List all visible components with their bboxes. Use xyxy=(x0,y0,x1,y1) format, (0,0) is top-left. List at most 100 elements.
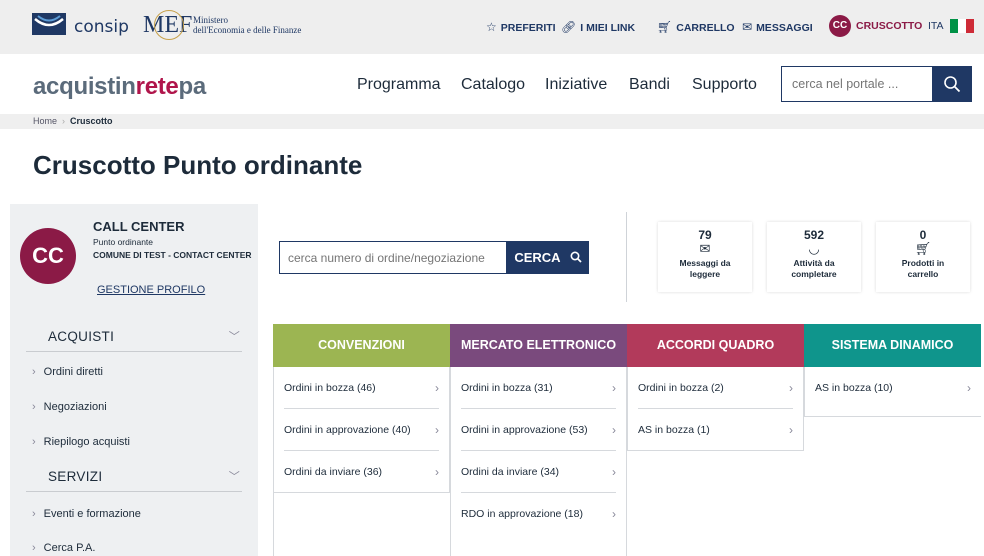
mef-line-1: Ministero xyxy=(193,15,228,25)
counter-value: 0 xyxy=(919,228,927,242)
list-item[interactable]: AS in bozza (1) › xyxy=(638,409,793,451)
envelope-icon: ✉ xyxy=(742,20,753,34)
portal-search-button[interactable] xyxy=(932,66,972,102)
italian-flag-icon[interactable] xyxy=(950,19,974,33)
profile-role: Punto ordinante xyxy=(93,237,154,247)
chevron-right-icon: › xyxy=(789,381,793,395)
consip-logo-icon[interactable] xyxy=(32,13,66,35)
list-item[interactable]: Ordini in bozza (46) › xyxy=(284,367,439,409)
chevron-right-icon: › xyxy=(435,465,439,479)
chevron-right-icon: › xyxy=(32,542,36,554)
brand-part-3: pa xyxy=(178,73,206,100)
cart-icon: 🛒︎ xyxy=(657,20,673,34)
chevron-right-icon: › xyxy=(612,381,616,395)
list-item-label: Ordini da inviare (36) xyxy=(284,466,383,478)
order-search-button-label: CERCA xyxy=(514,250,561,265)
sidebar-item-label: Eventi e formazione xyxy=(43,508,141,520)
sidebar-section-servizi[interactable]: SERVIZI ﹀ xyxy=(26,462,242,492)
mef-subtitle: Ministero dell'Economia e delle Finanze xyxy=(193,15,301,35)
list-item-label: Ordini in approvazione (53) xyxy=(461,424,588,436)
sidebar-section-label: SERVIZI xyxy=(48,469,103,484)
messaggi-label: MESSAGGI xyxy=(756,22,813,34)
acquistinretepa-logo[interactable]: acquistinretepa xyxy=(33,73,206,101)
list-item-label: AS in bozza (1) xyxy=(638,424,710,436)
chevron-right-icon: › xyxy=(612,507,616,521)
list-item[interactable]: AS in bozza (10) › xyxy=(815,367,971,409)
column-body: Ordini in bozza (31) › Ordini in approvaz… xyxy=(450,367,627,556)
list-item-label: RDO in approvazione (18) xyxy=(461,508,583,520)
profile-organization: COMUNE DI TEST - CONTACT CENTER xyxy=(93,250,252,260)
refresh-icon: ◡ xyxy=(808,241,820,256)
star-icon: ☆ xyxy=(486,20,497,34)
counter-label: Attività da completare xyxy=(791,258,837,279)
breadcrumb-home[interactable]: Home xyxy=(33,116,57,126)
nav-supporto[interactable]: Supporto xyxy=(692,76,757,94)
manage-profile-link[interactable]: GESTIONE PROFILO xyxy=(97,284,205,296)
sidebar-item-negoziazioni[interactable]: › Negoziazioni xyxy=(32,401,107,413)
list-item-label: Ordini in bozza (31) xyxy=(461,382,553,394)
miei-link-link[interactable]: 🔗︎ I MIEI LINK xyxy=(561,20,635,34)
counter-messages[interactable]: 79 ✉ Messaggi da leggere xyxy=(658,222,752,292)
nav-bandi[interactable]: Bandi xyxy=(629,76,670,94)
breadcrumb-separator-icon: › xyxy=(62,116,66,126)
chevron-down-icon: ﹀ xyxy=(228,331,240,343)
list-item[interactable]: Ordini in approvazione (40) › xyxy=(284,409,439,451)
mef-logo[interactable]: MEF xyxy=(143,10,192,40)
sidebar-item-cerca-pa[interactable]: › Cerca P.A. xyxy=(32,542,95,554)
vertical-divider xyxy=(626,212,627,302)
nav-catalogo[interactable]: Catalogo xyxy=(461,76,525,94)
counter-activities[interactable]: 592 ◡ Attività da completare xyxy=(767,222,861,292)
column-body: AS in bozza (10) › xyxy=(804,367,981,417)
preferiti-link[interactable]: ☆ PREFERITI xyxy=(486,20,556,34)
nav-programma[interactable]: Programma xyxy=(357,76,441,94)
order-search-input[interactable] xyxy=(279,241,507,274)
messaggi-link[interactable]: ✉ MESSAGGI xyxy=(742,20,813,34)
column-header[interactable]: SISTEMA DINAMICO xyxy=(804,324,981,367)
column-header[interactable]: MERCATO ELETTRONICO xyxy=(450,324,627,367)
chevron-right-icon: › xyxy=(789,423,793,437)
carrello-label: CARRELLO xyxy=(676,22,735,34)
sidebar-item-ordini-diretti[interactable]: › Ordini diretti xyxy=(32,366,103,378)
counter-cart[interactable]: 0 🛒︎ Prodotti in carrello xyxy=(876,222,970,292)
language-selector[interactable]: ITA xyxy=(928,20,944,32)
breadcrumb: Home › Cruscotto xyxy=(0,114,984,129)
portal-search-input[interactable] xyxy=(781,66,933,102)
column-header[interactable]: ACCORDI QUADRO xyxy=(627,324,804,367)
column-header[interactable]: CONVENZIONI xyxy=(273,324,450,367)
list-item[interactable]: Ordini in approvazione (53) › xyxy=(461,409,616,451)
list-item-label: Ordini da inviare (34) xyxy=(461,466,560,478)
sidebar-section-label: ACQUISTI xyxy=(48,329,115,344)
carrello-link[interactable]: 🛒︎ CARRELLO xyxy=(657,20,735,34)
chevron-right-icon: › xyxy=(32,366,36,378)
list-item[interactable]: Ordini da inviare (34) › xyxy=(461,451,616,493)
cart-icon: 🛒︎ xyxy=(914,241,932,256)
sidebar-item-label: Riepilogo acquisti xyxy=(43,436,130,448)
profile-card: CC CALL CENTER Punto ordinante COMUNE DI… xyxy=(10,204,258,312)
list-item[interactable]: Ordini in bozza (31) › xyxy=(461,367,616,409)
column-body: Ordini in bozza (2) › AS in bozza (1) › xyxy=(627,367,804,451)
sidebar-section-acquisti[interactable]: ACQUISTI ﹀ xyxy=(26,322,242,352)
miei-link-label: I MIEI LINK xyxy=(580,22,636,34)
list-item[interactable]: Ordini in bozza (2) › xyxy=(638,367,793,409)
consip-wordmark[interactable]: consip xyxy=(74,17,129,37)
list-item[interactable]: Ordini da inviare (36) › xyxy=(284,451,439,493)
sidebar-item-label: Negoziazioni xyxy=(43,401,107,413)
column-convenzioni: CONVENZIONI Ordini in bozza (46) › Ordini… xyxy=(273,324,450,556)
column-mercato-elettronico: MERCATO ELETTRONICO Ordini in bozza (31)… xyxy=(450,324,627,556)
sidebar-item-riepilogo-acquisti[interactable]: › Riepilogo acquisti xyxy=(32,436,130,448)
user-avatar-small[interactable]: CC xyxy=(829,15,851,37)
chevron-right-icon: › xyxy=(32,508,36,520)
counter-value: 592 xyxy=(803,228,825,242)
flag-stripe-red xyxy=(966,19,974,33)
order-search-button[interactable]: CERCA xyxy=(507,241,589,274)
chevron-right-icon: › xyxy=(612,423,616,437)
list-item[interactable]: RDO in approvazione (18) › xyxy=(461,493,616,535)
sidebar-item-eventi-formazione[interactable]: › Eventi e formazione xyxy=(32,508,141,520)
cruscotto-link[interactable]: CRUSCOTTO xyxy=(856,20,922,32)
profile-name: CALL CENTER xyxy=(93,219,185,234)
avatar: CC xyxy=(20,228,76,284)
counter-label: Prodotti in carrello xyxy=(901,258,945,279)
chevron-right-icon: › xyxy=(435,381,439,395)
mef-line-2: dell'Economia e delle Finanze xyxy=(193,25,302,35)
nav-iniziative[interactable]: Iniziative xyxy=(545,76,607,94)
